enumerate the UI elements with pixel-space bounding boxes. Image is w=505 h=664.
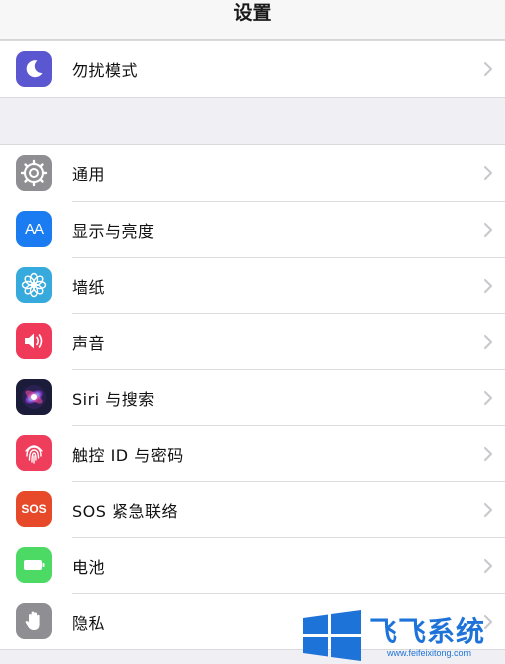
row-label: 电池	[72, 557, 106, 577]
chevron-right-icon	[484, 614, 492, 629]
chevron-right-icon	[484, 166, 492, 180]
row-label: SOS 紧急联络	[72, 501, 178, 521]
settings-group-focus: 勿扰模式	[0, 40, 505, 98]
settings-row-privacy[interactable]: 隐私	[0, 593, 505, 649]
hand-icon	[16, 603, 52, 639]
settings-row-battery[interactable]: 电池	[0, 537, 505, 593]
moon-icon	[16, 51, 52, 87]
settings-row-sounds[interactable]: 声音	[0, 313, 505, 369]
row-label: 通用	[72, 165, 106, 184]
row-label: 勿扰模式	[72, 61, 139, 80]
chevron-right-icon	[484, 446, 492, 461]
settings-row-do-not-disturb[interactable]: 勿扰模式	[0, 41, 505, 97]
sos-icon: SOS	[16, 491, 52, 527]
chevron-right-icon	[484, 390, 492, 405]
settings-row-emergency-sos[interactable]: SOS SOS 紧急联络	[0, 481, 505, 537]
siri-icon	[16, 379, 52, 415]
flower-icon	[16, 267, 52, 303]
row-label: Siri 与搜索	[72, 389, 155, 409]
gear-icon	[16, 155, 52, 191]
settings-row-general[interactable]: 通用	[0, 145, 505, 201]
sos-glyph: SOS	[21, 502, 47, 516]
settings-row-wallpaper[interactable]: 墙纸	[0, 257, 505, 313]
battery-icon	[16, 547, 52, 583]
settings-group-main: 通用 AA 显示与亮度 墙纸 声音 Siri 与搜索 触控 ID 与密码 SOS…	[0, 144, 505, 650]
row-label: 隐私	[72, 613, 106, 633]
row-label: 墙纸	[72, 277, 106, 297]
chevron-right-icon	[484, 62, 492, 76]
fingerprint-icon	[16, 435, 52, 471]
text-size-icon: AA	[16, 211, 52, 247]
settings-row-touch-id-passcode[interactable]: 触控 ID 与密码	[0, 425, 505, 481]
row-label: 触控 ID 与密码	[72, 445, 184, 465]
speaker-icon	[16, 323, 52, 359]
settings-screen: 设置 勿扰模式 通用 AA 显示与亮度 墙纸 声音 Siri 与搜索 触控 ID…	[0, 0, 505, 664]
navigation-bar: 设置	[0, 0, 505, 40]
page-title: 设置	[233, 2, 272, 24]
chevron-right-icon	[484, 558, 492, 573]
group-spacer	[0, 98, 505, 144]
chevron-right-icon	[484, 334, 492, 349]
chevron-right-icon	[484, 222, 492, 237]
chevron-right-icon	[484, 278, 492, 293]
row-label: 显示与亮度	[72, 221, 155, 241]
chevron-right-icon	[484, 502, 492, 517]
text-size-glyph: AA	[24, 220, 44, 238]
row-label: 声音	[72, 333, 106, 353]
settings-row-display-brightness[interactable]: AA 显示与亮度	[0, 201, 505, 257]
settings-row-siri-search[interactable]: Siri 与搜索	[0, 369, 505, 425]
